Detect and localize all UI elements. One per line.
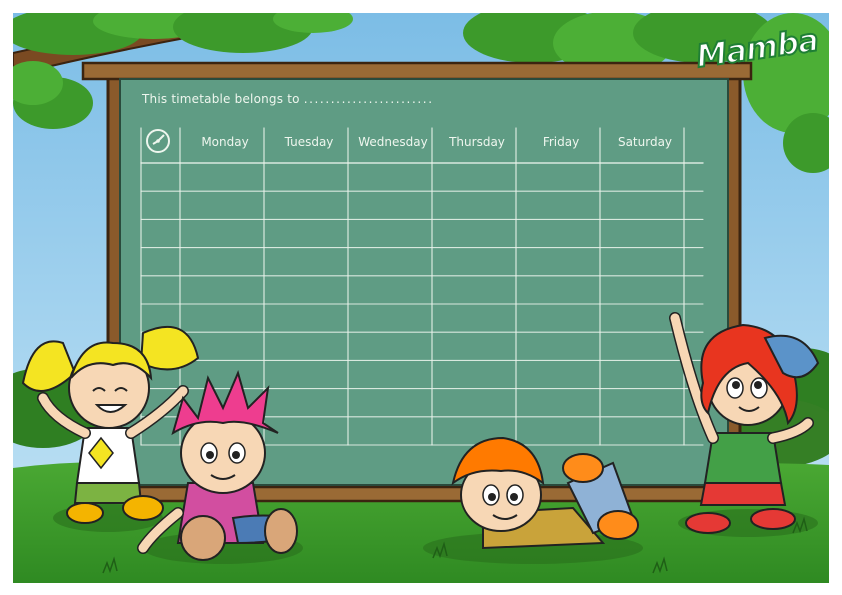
day-header-tuesday: Tuesday bbox=[284, 135, 334, 149]
board-top-ledge bbox=[81, 61, 753, 81]
owner-line: This timetable belongs to ..............… bbox=[142, 92, 434, 106]
logo-text: Mamba bbox=[693, 21, 821, 76]
day-header-saturday: Saturday bbox=[617, 135, 673, 149]
scene: This timetable belongs to ..............… bbox=[13, 13, 829, 583]
owner-label: This timetable belongs to bbox=[142, 92, 300, 106]
day-header-wednesday: Wednesday bbox=[358, 135, 428, 149]
owner-name-blank[interactable]: ........................ bbox=[304, 92, 434, 106]
mamba-logo: Mamba bbox=[693, 21, 821, 77]
day-header-friday: Friday bbox=[542, 135, 580, 149]
day-header-thursday: Thursday bbox=[449, 135, 505, 149]
timetable-poster: This timetable belongs to ..............… bbox=[0, 0, 842, 595]
day-header-monday: Monday bbox=[201, 135, 249, 149]
